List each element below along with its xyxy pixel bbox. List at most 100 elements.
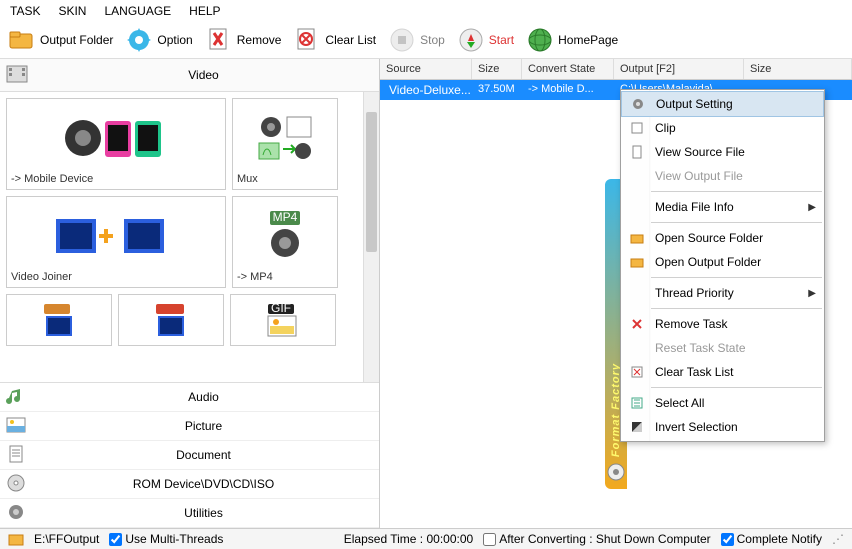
ctx-open-output-folder[interactable]: Open Output Folder bbox=[621, 250, 824, 274]
tile-webm[interactable] bbox=[118, 294, 224, 346]
multi-threads-checkbox[interactable]: Use Multi-Threads bbox=[109, 532, 223, 546]
tile-mux-label: Mux bbox=[237, 173, 333, 185]
stop-button[interactable]: Stop bbox=[388, 26, 445, 54]
category-audio-label: Audio bbox=[34, 390, 373, 404]
statusbar: E:\FFOutput Use Multi-Threads Elapsed Ti… bbox=[0, 528, 852, 549]
tile-joiner-label: Video Joiner bbox=[11, 271, 221, 283]
mux-icon bbox=[253, 103, 317, 173]
start-button[interactable]: Start bbox=[457, 26, 514, 54]
clear-icon bbox=[627, 364, 647, 380]
ctx-view-output: View Output File bbox=[621, 164, 824, 188]
category-picture[interactable]: Picture bbox=[0, 412, 379, 441]
brand-icon bbox=[607, 463, 625, 481]
mobile-device-icon bbox=[61, 103, 171, 173]
ctx-thread-priority[interactable]: Thread Priority ▶ bbox=[621, 281, 824, 305]
category-list: Audio Picture Document ROM Device\DVD\CD… bbox=[0, 382, 379, 528]
stop-label: Stop bbox=[420, 33, 445, 47]
svg-text:MP4: MP4 bbox=[273, 210, 298, 224]
file-icon bbox=[627, 144, 647, 160]
start-icon bbox=[457, 26, 485, 54]
video-section-header[interactable]: Video bbox=[0, 59, 379, 92]
scrollbar[interactable] bbox=[363, 92, 379, 382]
mp4-icon: MP4 bbox=[260, 201, 310, 271]
disc-icon bbox=[6, 474, 30, 494]
menu-help[interactable]: HELP bbox=[189, 4, 220, 18]
category-document[interactable]: Document bbox=[0, 441, 379, 470]
music-icon bbox=[6, 387, 30, 407]
option-button[interactable]: Option bbox=[125, 26, 192, 54]
ctx-clip[interactable]: Clip bbox=[621, 116, 824, 140]
col-size[interactable]: Size bbox=[472, 59, 522, 79]
option-label: Option bbox=[157, 33, 192, 47]
category-utilities-label: Utilities bbox=[34, 506, 373, 520]
toolbar: Output Folder Option Remove Clear List S… bbox=[0, 22, 852, 59]
video-tiles: -> Mobile Device Mux Video Joiner MP4 ->… bbox=[0, 92, 379, 382]
joiner-icon bbox=[46, 201, 186, 271]
output-folder-button[interactable]: Output Folder bbox=[8, 26, 113, 54]
col-output[interactable]: Output [F2] bbox=[614, 59, 744, 79]
ctx-media-info[interactable]: Media File Info ▶ bbox=[621, 195, 824, 219]
right-panel: Source Size Convert State Output [F2] Si… bbox=[380, 59, 852, 528]
ctx-reset-state: Reset Task State bbox=[621, 336, 824, 360]
ctx-select-all[interactable]: Select All bbox=[621, 391, 824, 415]
ctx-view-source[interactable]: View Source File bbox=[621, 140, 824, 164]
menu-skin[interactable]: SKIN bbox=[58, 4, 86, 18]
folder-icon bbox=[627, 254, 647, 270]
tile-gif[interactable]: GIF bbox=[230, 294, 336, 346]
tile-mkv[interactable] bbox=[6, 294, 112, 346]
category-rom[interactable]: ROM Device\DVD\CD\ISO bbox=[0, 470, 379, 499]
tile-mp4-label: -> MP4 bbox=[237, 271, 333, 283]
context-menu: Output Setting Clip View Source File Vie… bbox=[620, 89, 825, 442]
tile-mp4[interactable]: MP4 -> MP4 bbox=[232, 196, 338, 288]
utilities-icon bbox=[6, 503, 30, 523]
select-all-icon bbox=[627, 395, 647, 411]
tile-video-joiner[interactable]: Video Joiner bbox=[6, 196, 226, 288]
row-size: 37.50M bbox=[472, 80, 522, 100]
start-label: Start bbox=[489, 33, 514, 47]
col-state[interactable]: Convert State bbox=[522, 59, 614, 79]
stop-icon bbox=[388, 26, 416, 54]
ctx-open-source-folder[interactable]: Open Source Folder bbox=[621, 226, 824, 250]
output-path[interactable]: E:\FFOutput bbox=[34, 532, 99, 546]
col-size2[interactable]: Size bbox=[744, 59, 852, 79]
document-icon bbox=[6, 445, 30, 465]
remove-button[interactable]: Remove bbox=[205, 26, 282, 54]
remove-icon bbox=[205, 26, 233, 54]
row-source: Video-Deluxe... bbox=[389, 83, 471, 97]
output-folder-label: Output Folder bbox=[40, 33, 113, 47]
col-source[interactable]: Source bbox=[380, 59, 472, 79]
row-state: -> Mobile D... bbox=[522, 80, 614, 100]
ctx-remove-task[interactable]: Remove Task bbox=[621, 312, 824, 336]
category-utilities[interactable]: Utilities bbox=[0, 499, 379, 528]
ctx-clear-list[interactable]: Clear Task List bbox=[621, 360, 824, 384]
globe-icon bbox=[526, 26, 554, 54]
clear-list-button[interactable]: Clear List bbox=[293, 26, 376, 54]
category-audio[interactable]: Audio bbox=[0, 383, 379, 412]
after-converting-checkbox[interactable]: After Converting : Shut Down Computer bbox=[483, 532, 710, 546]
chevron-right-icon: ▶ bbox=[808, 288, 816, 299]
ctx-output-setting[interactable]: Output Setting bbox=[621, 91, 824, 117]
picture-icon bbox=[6, 416, 30, 436]
category-picture-label: Picture bbox=[34, 419, 373, 433]
menu-language[interactable]: LANGUAGE bbox=[104, 4, 171, 18]
tile-mobile-device[interactable]: -> Mobile Device bbox=[6, 98, 226, 190]
scissors-icon bbox=[627, 120, 647, 136]
folder-icon bbox=[8, 532, 24, 546]
resize-grip-icon[interactable]: ⋰ bbox=[832, 532, 844, 546]
tile-mobile-label: -> Mobile Device bbox=[11, 173, 221, 185]
folder-icon bbox=[8, 26, 36, 54]
category-rom-label: ROM Device\DVD\CD\ISO bbox=[34, 477, 373, 491]
clear-label: Clear List bbox=[325, 33, 376, 47]
homepage-label: HomePage bbox=[558, 33, 618, 47]
menu-task[interactable]: TASK bbox=[10, 4, 40, 18]
gear-icon bbox=[125, 26, 153, 54]
menubar: TASK SKIN LANGUAGE HELP bbox=[0, 0, 852, 22]
elapsed-time: Elapsed Time : 00:00:00 bbox=[344, 532, 473, 546]
remove-icon bbox=[627, 316, 647, 332]
homepage-button[interactable]: HomePage bbox=[526, 26, 618, 54]
tile-mux[interactable]: Mux bbox=[232, 98, 338, 190]
ctx-invert-selection[interactable]: Invert Selection bbox=[621, 415, 824, 439]
complete-notify-checkbox[interactable]: Complete Notify bbox=[721, 532, 822, 546]
folder-icon bbox=[627, 230, 647, 246]
grid-header: Source Size Convert State Output [F2] Si… bbox=[380, 59, 852, 80]
